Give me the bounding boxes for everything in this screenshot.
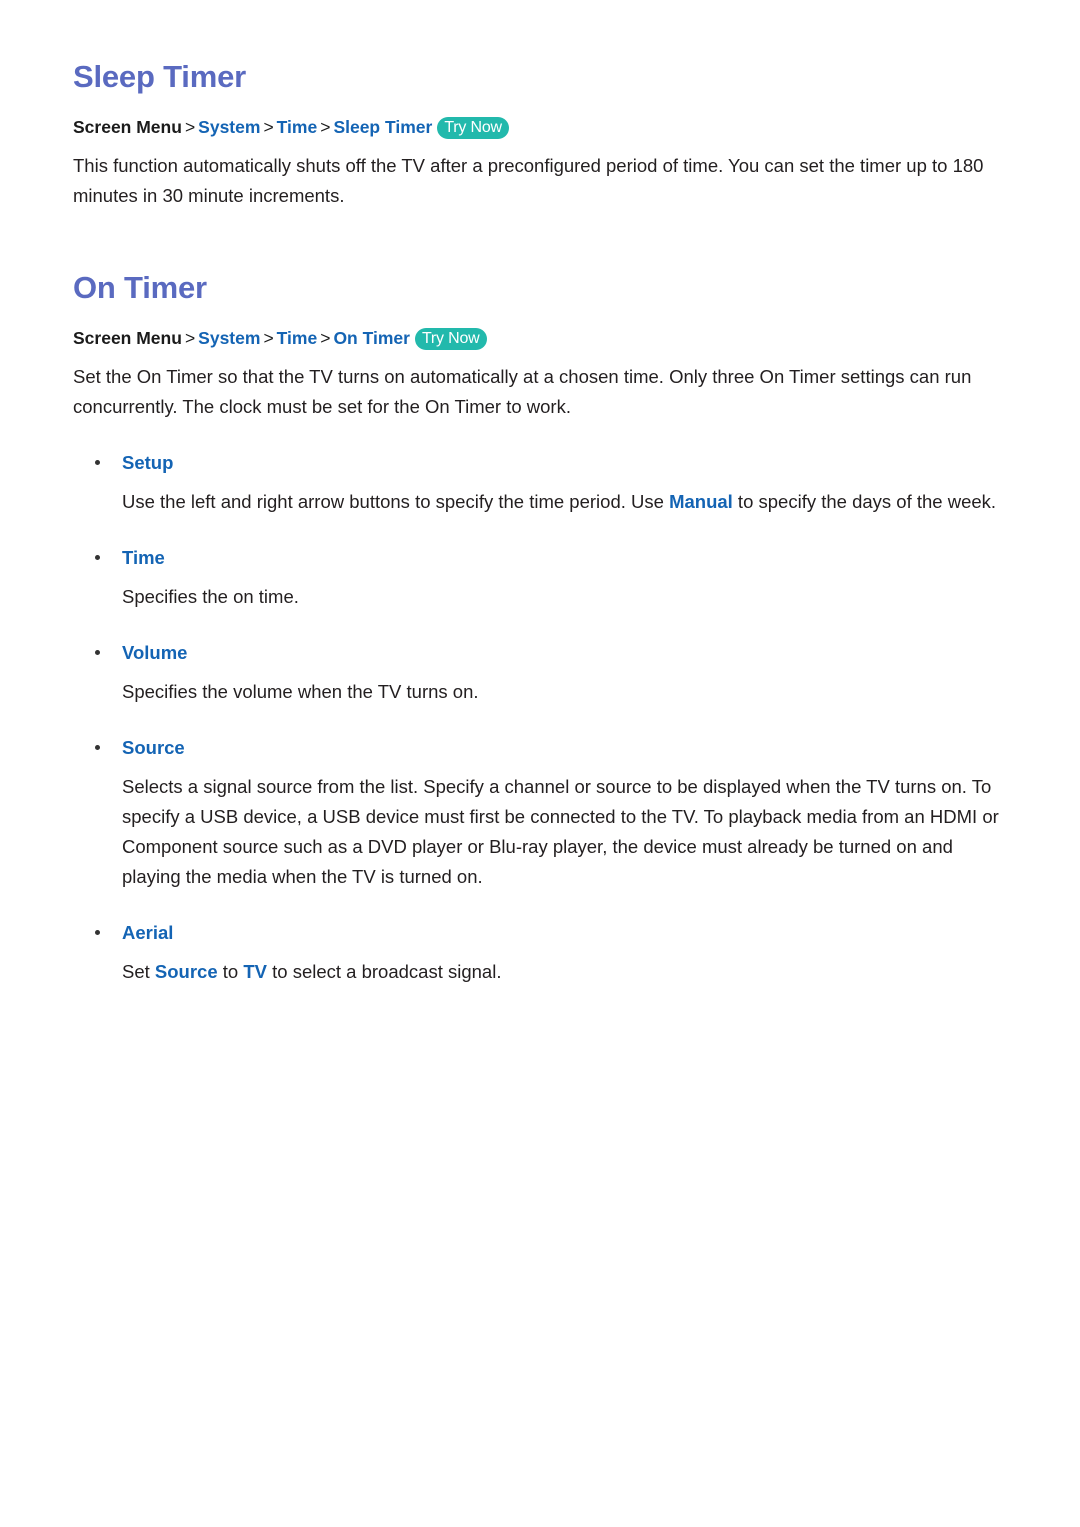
option-desc-setup: Use the left and right arrow buttons to … [122, 487, 1008, 517]
page-content: Sleep Timer Screen Menu > System > Time > Slee… [73, 58, 1008, 987]
breadcrumb-link-time[interactable]: Time [277, 117, 318, 137]
option-desc-source: Selects a signal source from the list. S… [122, 772, 1008, 892]
breadcrumb-sleep-timer: Screen Menu > System > Time > Sleep Timer Try N… [73, 115, 1008, 140]
breadcrumb-separator: > [263, 328, 274, 348]
section-on-timer: On Timer Screen Menu > System > Time > On Time… [73, 269, 1008, 987]
option-label-time[interactable]: Time [122, 547, 165, 568]
try-now-badge[interactable]: Try Now [414, 328, 487, 350]
bullet-dot-icon [95, 650, 100, 655]
desc-text-pre: Specifies the volume when the TV turns o… [122, 681, 479, 702]
bullet-row-volume: Volume [73, 639, 1008, 667]
list-item: Aerial Set Source to TV to select a broa… [73, 919, 1008, 987]
breadcrumb-root: Screen Menu [73, 328, 182, 348]
breadcrumb-separator: > [320, 328, 331, 348]
option-label-source[interactable]: Source [122, 737, 185, 758]
breadcrumb-root: Screen Menu [73, 117, 182, 137]
option-label-aerial[interactable]: Aerial [122, 922, 173, 943]
breadcrumb-link-system[interactable]: System [198, 328, 260, 348]
page-title-sleep-timer: Sleep Timer [73, 59, 246, 94]
breadcrumb-separator: > [320, 117, 331, 137]
inline-link-source[interactable]: Source [155, 961, 218, 982]
breadcrumb-separator: > [184, 328, 196, 348]
list-item: Time Specifies the on time. [73, 544, 1008, 612]
breadcrumb-on-timer: Screen Menu > System > Time > On Timer Try Now [73, 326, 1008, 351]
inline-link-manual[interactable]: Manual [669, 491, 733, 512]
bullet-row-setup: Setup [73, 449, 1008, 477]
breadcrumb-separator: > [184, 117, 196, 137]
option-desc-volume: Specifies the volume when the TV turns o… [122, 677, 1008, 707]
page-title-on-timer: On Timer [73, 270, 207, 305]
desc-text-pre: Use the left and right arrow buttons to … [122, 491, 670, 512]
breadcrumb-link-time[interactable]: Time [277, 328, 318, 348]
option-label-volume[interactable]: Volume [122, 642, 187, 663]
desc-text-mid: to [217, 961, 244, 982]
breadcrumb-link-on-timer[interactable]: On Timer [333, 328, 410, 348]
bullet-dot-icon [95, 745, 100, 750]
try-now-badge[interactable]: Try Now [437, 117, 509, 139]
bullet-dot-icon [95, 555, 100, 560]
list-item: Volume Specifies the volume when the TV … [73, 639, 1008, 707]
bullet-row-time: Time [73, 544, 1008, 572]
bullet-row-source: Source [73, 734, 1008, 762]
list-item: Source Selects a signal source from the … [73, 734, 1008, 892]
breadcrumb-link-system[interactable]: System [198, 117, 260, 137]
inline-link-tv[interactable]: TV [243, 961, 267, 982]
option-desc-time: Specifies the on time. [122, 582, 1008, 612]
section-sleep-timer: Sleep Timer Screen Menu > System > Time > Slee… [73, 58, 1008, 211]
desc-text-post: to specify the days of the week. [732, 491, 997, 512]
option-desc-aerial: Set Source to TV to select a broadcast s… [122, 957, 1008, 987]
desc-text-pre: Selects a signal source from the list. S… [122, 776, 999, 887]
manual-page: Sleep Timer Screen Menu > System > Time > Slee… [0, 0, 1080, 1527]
paragraph-on-timer: Set the On Timer so that the TV turns on… [73, 366, 972, 417]
bullet-dot-icon [95, 930, 100, 935]
bullet-dot-icon [95, 460, 100, 465]
option-label-setup[interactable]: Setup [122, 452, 173, 473]
on-timer-option-list: Setup Use the left and right arrow butto… [73, 449, 1008, 987]
desc-text-pre: Set [122, 961, 155, 982]
bullet-row-aerial: Aerial [73, 919, 1008, 947]
list-item: Setup Use the left and right arrow butto… [73, 449, 1008, 517]
breadcrumb-separator: > [263, 117, 274, 137]
breadcrumb-link-sleep-timer[interactable]: Sleep Timer [333, 117, 432, 137]
paragraph-sleep-timer: This function automatically shuts off th… [73, 155, 984, 206]
desc-text-post: to select a broadcast signal. [267, 961, 502, 982]
desc-text-pre: Specifies the on time. [122, 586, 299, 607]
